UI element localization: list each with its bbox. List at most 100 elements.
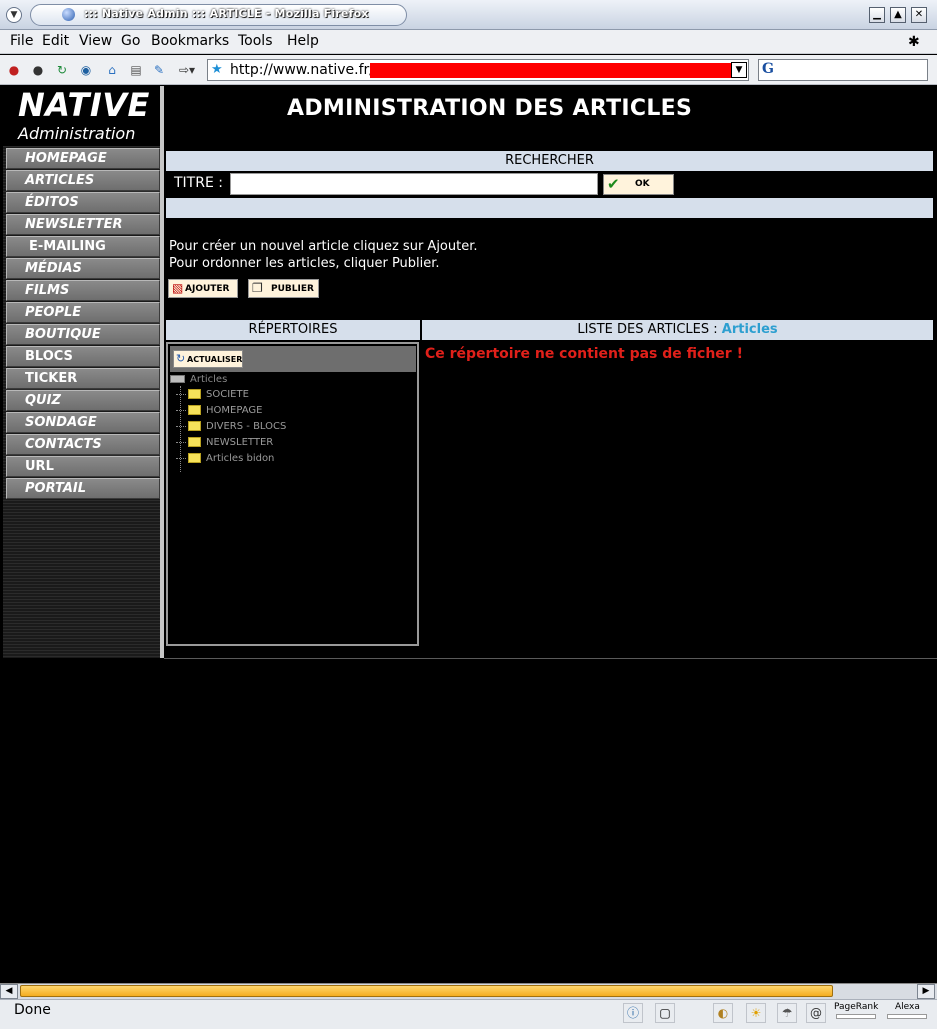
star-icon: ★ — [211, 62, 223, 77]
globe-icon — [62, 8, 75, 21]
print-icon[interactable]: ▤ — [128, 62, 144, 78]
maximize-button[interactable]: ▲ — [890, 7, 906, 23]
sidebar-item-boutique[interactable]: BOUTIQUE — [6, 324, 160, 345]
add-button[interactable]: ▧ AJOUTER — [168, 279, 238, 298]
url-dropdown-button[interactable]: ▼ — [731, 62, 747, 78]
menu-bookmarks[interactable]: Bookmarks — [151, 33, 229, 49]
dropdown-icon[interactable]: ⇨▾ — [175, 62, 199, 78]
sidebar-item-contacts[interactable]: CONTACTS — [6, 434, 160, 455]
scrollbar-thumb[interactable] — [20, 985, 833, 997]
repertoires-toolbar: ↻ ACTUALISER — [170, 346, 416, 372]
tree-folder-label: SOCIETE — [206, 389, 249, 400]
logo-title: NATIVE — [18, 86, 150, 124]
scroll-right-button[interactable]: ▶ — [917, 984, 935, 999]
sidebar-item-portail[interactable]: PORTAIL — [6, 478, 160, 499]
url-bar[interactable]: ★ http://www.native.fr/ ▼ — [207, 59, 749, 81]
instruction-publish: Pour ordonner les articles, cliquer Publ… — [169, 256, 440, 271]
sidebar-item-label: CONTACTS — [25, 437, 102, 452]
status-bar: Done ⓘ ▢ ◐ ☀ ☂ @ PageRank Alexa — [0, 999, 937, 1029]
sidebar-item-label: BLOCS — [25, 349, 73, 364]
empty-folder-message: Ce répertoire ne contient pas de ficher … — [425, 346, 743, 362]
ok-label: OK — [635, 179, 650, 189]
folder-icon — [188, 421, 201, 431]
page-title: ADMINISTRATION DES ARTICLES — [287, 96, 693, 121]
publish-label: PUBLIER — [271, 284, 314, 294]
weather-rain-icon[interactable]: ☂ — [777, 1003, 797, 1023]
sidebar-item-emailing[interactable]: E-MAILING — [6, 236, 160, 257]
sidebar-item-label: ÉDITOS — [25, 195, 79, 210]
sidebar-item-label: ARTICLES — [25, 173, 95, 188]
window-title: ::: Native Admin ::: ARTICLE - Mozilla F… — [84, 7, 369, 20]
titre-label: TITRE : — [174, 175, 223, 191]
sidebar-item-quiz[interactable]: QUIZ — [6, 390, 160, 411]
tree-folder-label: Articles bidon — [206, 453, 275, 464]
current-folder-link[interactable]: Articles — [722, 322, 778, 337]
bookmark-icon[interactable]: ✎ — [151, 62, 167, 78]
folder-icon — [188, 437, 201, 447]
sidebar-item-articles[interactable]: ARTICLES — [6, 170, 160, 191]
sidebar-item-label: NEWSLETTER — [25, 217, 123, 232]
sidebar-item-homepage[interactable]: HOMEPAGE — [6, 148, 160, 169]
sidebar-item-label: BOUTIQUE — [25, 327, 101, 342]
window-icon[interactable]: ▢ — [655, 1003, 675, 1023]
scroll-left-button[interactable]: ◀ — [0, 984, 18, 999]
menu-go[interactable]: Go — [121, 33, 140, 49]
info-icon[interactable]: ⓘ — [623, 1003, 643, 1023]
sidebar-item-ticker[interactable]: TICKER — [6, 368, 160, 389]
sidebar-item-medias[interactable]: MÉDIAS — [6, 258, 160, 279]
logo: NATIVE Administration — [3, 86, 160, 146]
tree-folder-divers-blocs[interactable]: DIVERS - BLOCS — [176, 421, 286, 432]
google-icon: G — [762, 61, 774, 77]
tree-folder-articles-bidon[interactable]: Articles bidon — [176, 453, 274, 464]
article-list-header: LISTE DES ARTICLES : Articles — [422, 320, 933, 340]
navigation-toolbar: ● ● ↻ ◉ ⌂ ▤ ✎ ⇨▾ ★ http://www.native.fr/… — [0, 55, 937, 85]
logo-subtitle: Administration — [18, 124, 136, 143]
titre-input[interactable] — [230, 173, 598, 195]
alexa-bar — [887, 1014, 927, 1019]
reload-icon[interactable]: ↻ — [54, 62, 70, 78]
menu-view[interactable]: View — [79, 33, 112, 49]
tree-folder-societe[interactable]: SOCIETE — [176, 389, 249, 400]
weather-sun-icon[interactable]: ☀ — [746, 1003, 766, 1023]
add-label: AJOUTER — [185, 284, 230, 294]
tree-folder-newsletter[interactable]: NEWSLETTER — [176, 437, 273, 448]
cookie-icon[interactable]: ◐ — [713, 1003, 733, 1023]
menu-tools[interactable]: Tools — [238, 33, 273, 49]
sidebar-item-sondage[interactable]: SONDAGE — [6, 412, 160, 433]
repertoires-panel: ↻ ACTUALISER Articles SOCIETE HOMEPAGE D… — [166, 342, 419, 646]
back-icon[interactable]: ● — [6, 62, 22, 78]
publish-button[interactable]: ❐ PUBLIER — [248, 279, 319, 298]
sidebar-item-films[interactable]: FILMS — [6, 280, 160, 301]
refresh-button[interactable]: ↻ ACTUALISER — [173, 350, 243, 368]
sidebar-item-people[interactable]: PEOPLE — [6, 302, 160, 323]
pagerank-bar — [836, 1014, 876, 1019]
menu-help[interactable]: Help — [287, 33, 319, 49]
ok-button[interactable]: ✔ OK — [603, 174, 674, 195]
forward-icon[interactable]: ● — [30, 62, 46, 78]
stop-icon[interactable]: ◉ — [78, 62, 94, 78]
horizontal-scrollbar[interactable]: ◀ ▶ — [0, 983, 937, 999]
menu-edit[interactable]: Edit — [42, 33, 69, 49]
folder-icon — [188, 389, 201, 399]
at-icon[interactable]: @ — [806, 1003, 826, 1023]
home-icon[interactable]: ⌂ — [104, 62, 120, 78]
sidebar-item-url[interactable]: URL — [6, 456, 160, 477]
add-document-icon: ▧ — [172, 281, 184, 295]
search-input[interactable]: G — [758, 59, 928, 81]
minimize-button[interactable]: ▁ — [869, 7, 885, 23]
status-text: Done — [14, 1002, 51, 1018]
menu-file[interactable]: File — [10, 33, 33, 49]
close-button[interactable]: ✕ — [911, 7, 927, 23]
tree-folder-homepage[interactable]: HOMEPAGE — [176, 405, 262, 416]
folder-icon — [188, 405, 201, 415]
copy-icon: ❐ — [252, 281, 263, 295]
search-footer — [166, 198, 933, 218]
tree-root[interactable]: Articles — [170, 374, 227, 385]
window-menu-button[interactable]: ▼ — [6, 7, 22, 23]
sidebar-item-label: URL — [25, 459, 54, 474]
sidebar-item-editos[interactable]: ÉDITOS — [6, 192, 160, 213]
sidebar-item-blocs[interactable]: BLOCS — [6, 346, 160, 367]
sidebar-item-label: TICKER — [25, 371, 78, 386]
sidebar-item-label: QUIZ — [25, 393, 61, 408]
sidebar-item-newsletter[interactable]: NEWSLETTER — [6, 214, 160, 235]
